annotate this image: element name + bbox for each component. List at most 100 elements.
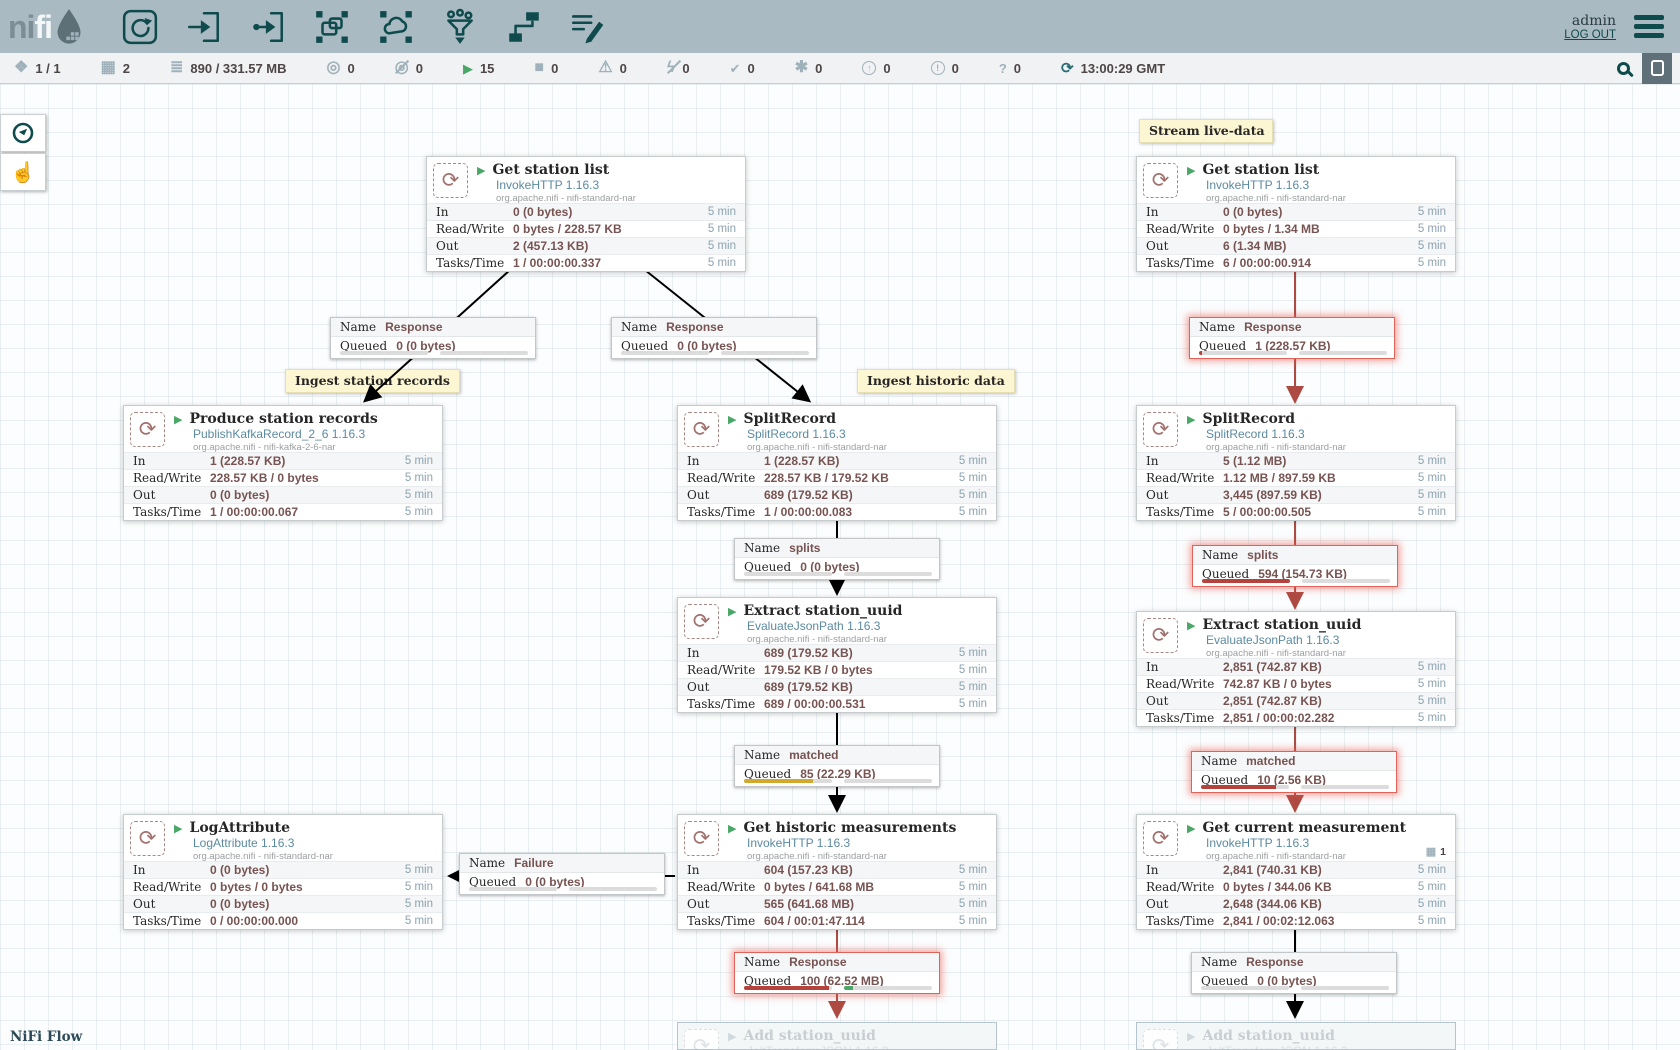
stat-value: 0 (0 bytes): [210, 863, 269, 877]
stat-period: 5 min: [1418, 712, 1446, 724]
stat-period: 5 min: [959, 698, 987, 710]
processor-name: Add station_uuid: [743, 1028, 876, 1044]
funnel-icon[interactable]: [440, 7, 480, 47]
processor[interactable]: ⟳ ▶Add station_uuid JoltTransformJSON 1.…: [1136, 1022, 1456, 1050]
stat-label: Out: [1137, 239, 1223, 253]
processor-stamp-icon: ⟳: [684, 821, 719, 856]
flow-label[interactable]: Ingest station records: [285, 369, 460, 393]
flow-label[interactable]: Stream live-data: [1139, 119, 1273, 143]
stat-value: 2,851 (742.87 KB): [1223, 660, 1322, 674]
connection-label[interactable]: NameResponse Queued0 (0 bytes): [330, 317, 536, 359]
stat-period: 5 min: [1418, 695, 1446, 707]
threads-icon: ▦: [1426, 845, 1436, 858]
processor[interactable]: ⟳ ▶Get current measurement InvokeHTTP 1.…: [1136, 814, 1456, 930]
stat-label: Tasks/Time: [124, 914, 210, 928]
queue-size-bar: [844, 986, 932, 990]
queue-count-bar: [744, 986, 832, 990]
stat-label: Out: [1137, 897, 1223, 911]
stat-period: 5 min: [1418, 257, 1446, 269]
stat-value: 1 / 00:00:00.337: [513, 256, 601, 270]
processor[interactable]: ⟳ ▶Produce station records PublishKafkaR…: [123, 405, 443, 521]
transmitting-status: ◎0: [327, 60, 355, 76]
stat-period: 5 min: [1418, 223, 1446, 235]
processor-type: SplitRecord 1.16.3: [747, 427, 990, 442]
stat-label: Tasks/Time: [1137, 711, 1223, 725]
refresh-icon[interactable]: ⟳: [1061, 61, 1074, 76]
stat-period: 5 min: [959, 455, 987, 467]
processor-icon[interactable]: [120, 7, 160, 47]
processor[interactable]: ⟳ ▶Get historic measurements InvokeHTTP …: [677, 814, 997, 930]
queue-count-bar: [340, 351, 428, 355]
connection-name: matched: [1246, 754, 1295, 768]
stat-value: 2,648 (344.06 KB): [1223, 897, 1322, 911]
connection-label[interactable]: NameResponse Queued0 (0 bytes): [611, 317, 817, 359]
stat-value: 0 / 00:00:00.000: [210, 914, 298, 928]
flow-label[interactable]: Ingest historic data: [857, 369, 1015, 393]
queued-status: ≣890 / 331.57 MB: [170, 60, 287, 76]
stat-period: 5 min: [708, 223, 736, 235]
stat-period: 5 min: [708, 240, 736, 252]
connection-label[interactable]: Namesplits Queued0 (0 bytes): [734, 538, 940, 580]
processor[interactable]: ⟳ ▶LogAttribute LogAttribute 1.16.3 org.…: [123, 814, 443, 930]
stat-value: 604 (157.23 KB): [764, 863, 853, 877]
queue-count-bar: [1202, 579, 1290, 583]
processor[interactable]: ⟳ ▶Extract station_uuid EvaluateJsonPath…: [677, 597, 997, 713]
last-refresh[interactable]: ⟳13:00:29 GMT: [1061, 61, 1165, 76]
connection-label[interactable]: NameResponse Queued100 (62.52 MB): [734, 952, 940, 994]
stat-period: 5 min: [405, 472, 433, 484]
connection-label[interactable]: NameResponse Queued0 (0 bytes): [1191, 952, 1397, 994]
search-icon[interactable]: [1617, 62, 1630, 75]
processor[interactable]: ⟳ ▶SplitRecord SplitRecord 1.16.3 org.ap…: [1136, 405, 1456, 521]
remote-process-group-icon[interactable]: [376, 7, 416, 47]
stat-label: Out: [124, 488, 210, 502]
processor-stamp-icon: ⟳: [684, 1029, 719, 1050]
connection-label[interactable]: Namematched Queued10 (2.56 KB): [1191, 751, 1397, 793]
connection-label[interactable]: NameResponse Queued1 (228.57 KB): [1189, 317, 1395, 359]
running-icon: ▶: [1187, 1030, 1195, 1043]
processor[interactable]: ⟳ ▶Get station list InvokeHTTP 1.16.3 or…: [1136, 156, 1456, 272]
stat-period: 5 min: [1418, 915, 1446, 927]
breadcrumb[interactable]: NiFi Flow: [10, 1029, 82, 1045]
template-icon[interactable]: [504, 7, 544, 47]
stat-value: 3,445 (897.59 KB): [1223, 488, 1322, 502]
running-icon: ▶: [174, 822, 182, 835]
stat-period: 5 min: [1418, 206, 1446, 218]
label-text: Stream live-data: [1149, 123, 1265, 138]
label-icon[interactable]: [568, 7, 608, 47]
processor-type: EvaluateJsonPath 1.16.3: [747, 619, 990, 634]
stat-label: Read/Write: [427, 222, 513, 236]
stat-label: Out: [1137, 488, 1223, 502]
hand-icon: ☝: [11, 160, 36, 185]
input-port-icon[interactable]: [184, 7, 224, 47]
processor-stamp-icon: ⟳: [433, 163, 468, 198]
stat-period: 5 min: [1418, 472, 1446, 484]
nifi-app: { "header": { "logo_text": "nifi", "user…: [0, 0, 1680, 1050]
connection-label[interactable]: Namematched Queued85 (22.29 KB): [734, 745, 940, 787]
settings-panel-button[interactable]: [1642, 53, 1672, 84]
stat-value: 0 bytes / 228.57 KB: [513, 222, 622, 236]
output-port-icon[interactable]: [248, 7, 288, 47]
navigate-palette-button[interactable]: [0, 114, 46, 152]
up-to-date-status: ✔0: [730, 61, 755, 76]
connection-name: Response: [666, 320, 723, 334]
processor-type: PublishKafkaRecord_2_6 1.16.3: [193, 427, 436, 442]
connection-name-label: Name: [621, 320, 657, 334]
stat-label: In: [1137, 454, 1223, 468]
connection-label[interactable]: Namesplits Queued594 (154.73 KB): [1192, 545, 1398, 587]
stat-label: Read/Write: [124, 471, 210, 485]
stat-value: 0 bytes / 641.68 MB: [764, 880, 874, 894]
process-group-icon[interactable]: [312, 7, 352, 47]
stat-value: 689 (179.52 KB): [764, 680, 853, 694]
global-menu-icon[interactable]: [1634, 15, 1664, 38]
operate-palette-button[interactable]: ☝: [0, 153, 46, 191]
connection-label[interactable]: NameFailure Queued0 (0 bytes): [459, 853, 665, 895]
processor[interactable]: ⟳ ▶Get station list InvokeHTTP 1.16.3 or…: [426, 156, 746, 272]
connection-name-label: Name: [1201, 754, 1237, 768]
stat-label: In: [427, 205, 513, 219]
stat-value: 1 (228.57 KB): [210, 454, 285, 468]
processor[interactable]: ⟳ ▶Add station_uuid JoltTransformJSON 1.…: [677, 1022, 997, 1050]
stat-label: Read/Write: [678, 471, 764, 485]
processor[interactable]: ⟳ ▶SplitRecord SplitRecord 1.16.3 org.ap…: [677, 405, 997, 521]
processor[interactable]: ⟳ ▶Extract station_uuid EvaluateJsonPath…: [1136, 611, 1456, 727]
logout-link[interactable]: LOG OUT: [1564, 29, 1616, 41]
